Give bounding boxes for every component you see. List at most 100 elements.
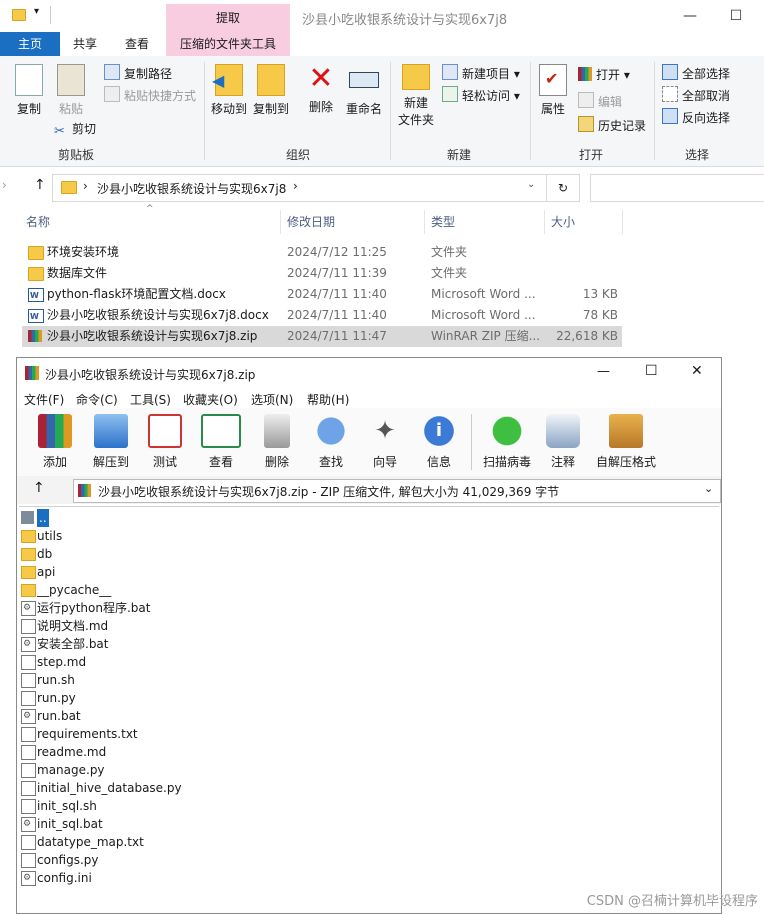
trash-icon <box>264 414 290 448</box>
batch-file-icon <box>21 869 36 887</box>
paste-shortcut-icon <box>104 86 120 102</box>
archive-path-box[interactable]: 沙县小吃收银系统设计与实现6x7j8.zip - ZIP 压缩文件, 解包大小为… <box>73 479 721 503</box>
extract-to-button[interactable]: 解压到 <box>85 414 137 470</box>
address-box[interactable]: › 沙县小吃收银系统设计与实现6x7j8 › ⌄ <box>52 174 548 202</box>
menu-tools[interactable]: 工具(S) <box>130 391 171 408</box>
invert-selection-icon <box>662 108 678 124</box>
maximize-button[interactable]: ☐ <box>716 4 756 28</box>
minimize-button[interactable]: — <box>597 364 610 379</box>
new-item-button[interactable]: 新建项目 ▾ <box>442 64 520 82</box>
new-folder-icon <box>402 64 430 90</box>
quick-access-dropdown-icon[interactable]: ▾ <box>34 6 39 17</box>
select-none-button[interactable]: 全部取消 <box>662 86 730 104</box>
copy-path-icon <box>104 64 120 80</box>
search-input[interactable] <box>590 174 764 202</box>
properties-icon: ✔ <box>539 64 567 96</box>
divider <box>280 210 281 234</box>
menu-help[interactable]: 帮助(H) <box>307 391 349 408</box>
column-header-date[interactable]: 修改日期 <box>287 210 335 234</box>
file-row[interactable]: 环境安装环境 2024/7/12 11:25 文件夹 <box>22 242 622 263</box>
path-dropdown-icon[interactable]: ⌄ <box>704 482 713 495</box>
copy-to-button[interactable]: 复制到 <box>252 64 290 117</box>
ribbon: 复制 粘贴 复制路径 粘贴快捷方式 ✂ 剪切 剪贴板 ◀ 移动到 复制到 ✕ 删除… <box>0 56 764 167</box>
column-header-size[interactable]: 大小 <box>551 210 575 234</box>
copy-path-button[interactable]: 复制路径 <box>104 64 172 82</box>
archive-item-label: utils <box>37 529 63 543</box>
group-label-new: 新建 <box>446 148 471 162</box>
sfx-button[interactable]: 自解压格式 <box>591 414 661 470</box>
rename-icon <box>349 72 379 88</box>
move-to-button[interactable]: ◀ 移动到 <box>210 64 248 117</box>
info-button[interactable]: i 信息 <box>413 414 465 470</box>
archive-item-label: 安装全部.bat <box>37 637 109 651</box>
archive-item-label: initial_hive_database.py <box>37 781 182 795</box>
menu-file[interactable]: 文件(F) <box>24 391 64 408</box>
wizard-button[interactable]: ✦ 向导 <box>359 414 411 470</box>
archive-file-list[interactable]: .. utils db api __pycache__ 运行python程序.bat 说明文… <box>19 506 719 912</box>
tab-home[interactable]: 主页 <box>0 32 60 56</box>
up-arrow-icon[interactable]: ↑ <box>33 480 45 496</box>
file-icon <box>21 691 36 706</box>
rename-button[interactable]: 重命名 <box>344 64 384 117</box>
history-button[interactable]: 历史记录 <box>578 116 646 134</box>
archive-item-label: __pycache__ <box>37 583 112 597</box>
new-item-icon <box>442 64 458 80</box>
find-button[interactable]: 查找 <box>305 414 357 470</box>
archive-item-label: step.md <box>37 655 87 669</box>
maximize-button[interactable]: ☐ <box>645 363 658 379</box>
refresh-button[interactable]: ↻ <box>546 174 580 202</box>
file-row[interactable]: python-flask环境配置文档.docx 2024/7/11 11:40 … <box>22 284 622 306</box>
test-button[interactable]: 测试 <box>139 414 191 470</box>
batch-file-icon <box>21 635 36 653</box>
divider <box>622 210 623 234</box>
edit-button[interactable]: 编辑 <box>578 92 622 110</box>
properties-button[interactable]: ✔ 属性 <box>536 64 570 117</box>
test-clipboard-icon <box>148 414 182 448</box>
archive-item-label: run.py <box>37 691 76 705</box>
easy-access-button[interactable]: 轻松访问 ▾ <box>442 86 520 104</box>
move-to-icon: ◀ <box>212 64 243 96</box>
menu-commands[interactable]: 命令(C) <box>76 391 118 408</box>
minimize-button[interactable]: — <box>670 4 710 28</box>
select-all-button[interactable]: 全部选择 <box>662 64 730 82</box>
copy-button[interactable]: 复制 <box>12 64 46 117</box>
tab-view[interactable]: 查看 <box>112 32 162 56</box>
archive-item-label: configs.py <box>37 853 99 867</box>
file-row-selected[interactable]: 沙县小吃收银系统设计与实现6x7j8.zip 2024/7/11 11:47 W… <box>22 326 622 347</box>
paste-shortcut-button[interactable]: 粘贴快捷方式 <box>104 86 196 104</box>
menu-favorites[interactable]: 收藏夹(O) <box>183 391 238 408</box>
copy-to-icon <box>257 64 285 96</box>
archive-item-label: init_sql.bat <box>37 817 103 831</box>
archive-item-label: 说明文档.md <box>37 619 109 633</box>
up-arrow-icon[interactable]: ↑ <box>34 177 46 193</box>
archive-item-label: 运行python程序.bat <box>37 601 151 615</box>
winrar-icon <box>78 484 91 497</box>
archive-path-text: 沙县小吃收银系统设计与实现6x7j8.zip - ZIP 压缩文件, 解包大小为… <box>98 485 560 499</box>
column-header-name[interactable]: 名称 <box>26 210 50 234</box>
invert-selection-button[interactable]: 反向选择 <box>662 108 730 126</box>
view-button[interactable]: 查看 <box>195 414 247 470</box>
group-label-clipboard: 剪贴板 <box>57 148 94 162</box>
open-button[interactable]: 打开 ▾ <box>578 66 630 84</box>
paste-button[interactable]: 粘贴 <box>54 64 88 117</box>
tab-compressed-folder-tools[interactable]: 压缩的文件夹工具 <box>166 32 290 56</box>
add-button[interactable]: 添加 <box>29 414 81 470</box>
address-dropdown-icon[interactable]: ⌄ <box>527 179 535 190</box>
comment-button[interactable]: 注释 <box>537 414 589 470</box>
column-header-type[interactable]: 类型 <box>431 210 455 234</box>
forward-arrow-icon[interactable]: › <box>2 178 7 192</box>
delete-button[interactable]: 删除 <box>251 414 303 470</box>
tab-share[interactable]: 共享 <box>60 32 110 56</box>
folder-icon <box>21 548 36 561</box>
delete-button[interactable]: ✕ 删除 <box>304 64 338 115</box>
file-row[interactable]: 沙县小吃收银系统设计与实现6x7j8.docx 2024/7/11 11:40 … <box>22 305 622 327</box>
archive-item-label: .. <box>37 509 49 527</box>
scan-virus-button[interactable]: 扫描病毒 <box>479 414 535 470</box>
file-row[interactable]: 数据库文件 2024/7/11 11:39 文件夹 <box>22 263 622 284</box>
folder-icon <box>21 584 36 597</box>
close-button[interactable]: ✕ <box>691 363 703 379</box>
archive-item-label: db <box>37 547 53 561</box>
new-folder-button[interactable]: 新建 文件夹 <box>396 64 436 128</box>
menu-options[interactable]: 选项(N) <box>251 391 293 408</box>
cut-button[interactable]: ✂ 剪切 <box>54 120 96 139</box>
